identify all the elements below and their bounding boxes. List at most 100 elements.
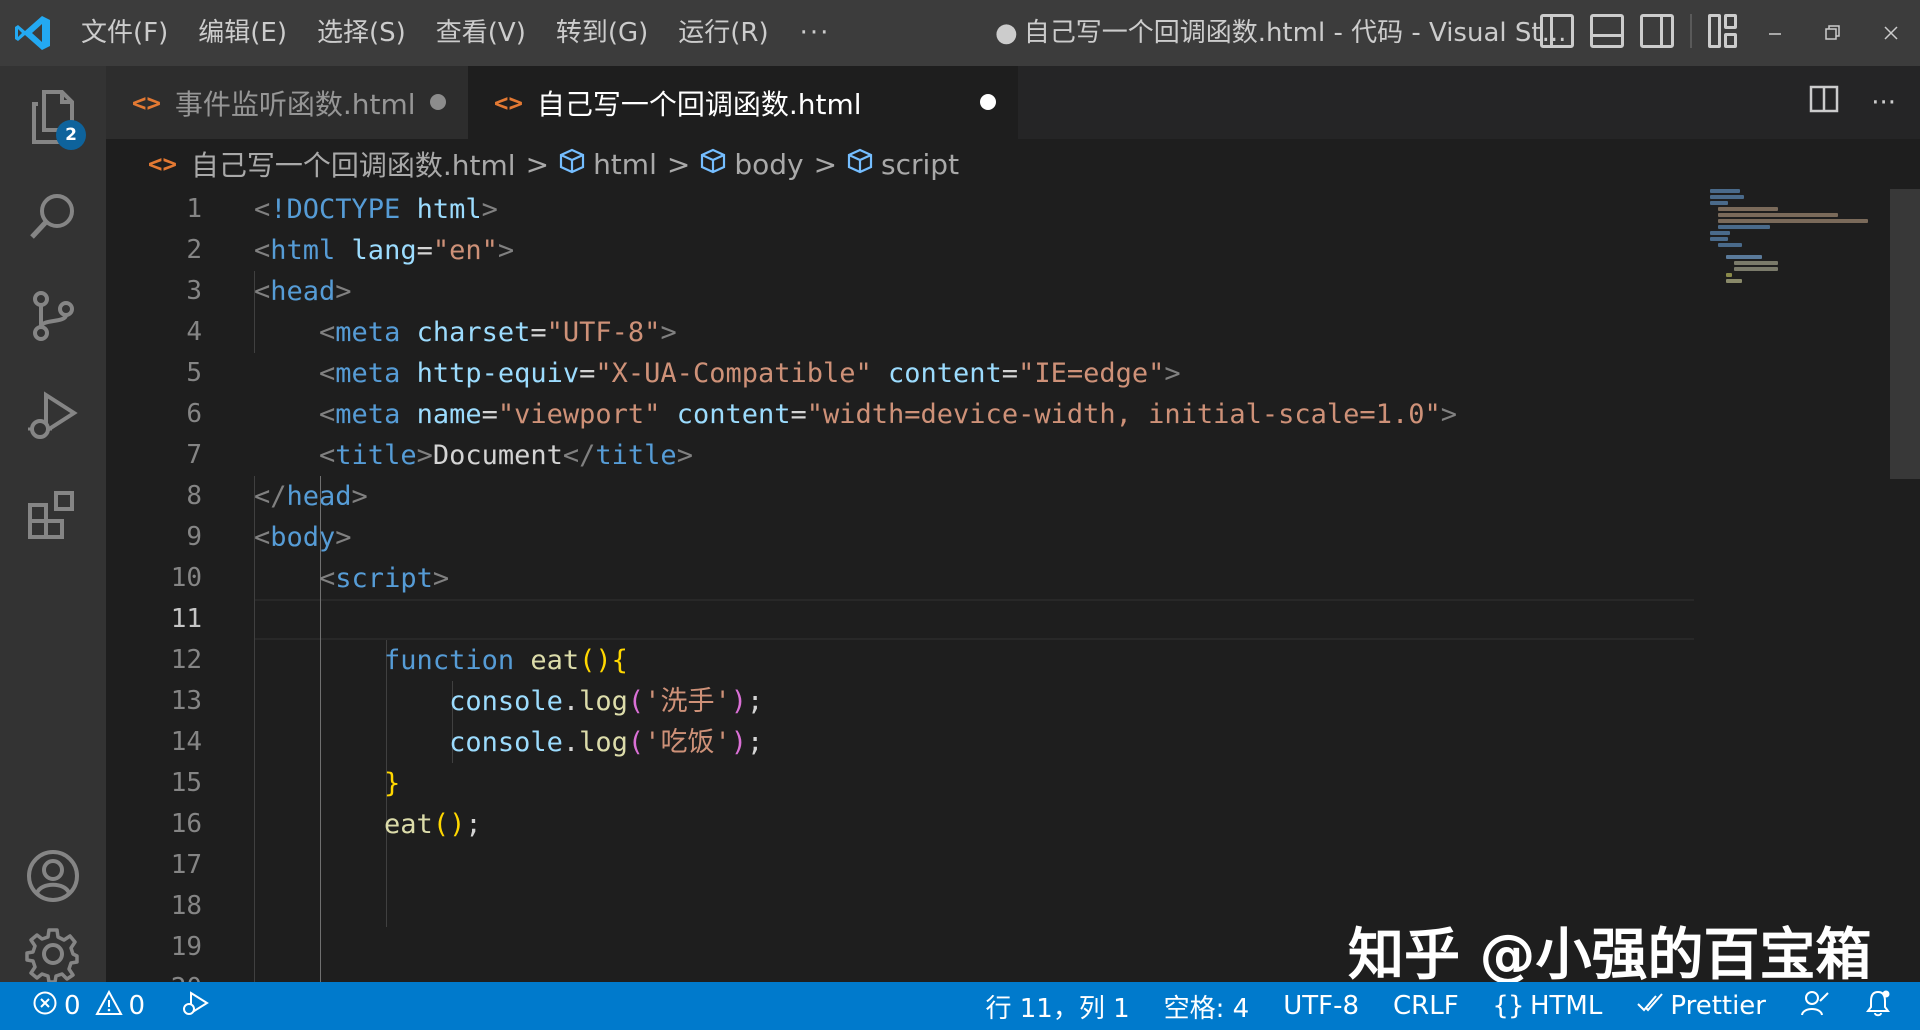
layout-divider [1690, 14, 1692, 48]
line-number: 16 [170, 809, 202, 839]
tab-event-listener-file[interactable]: <> 事件监听函数.html [106, 66, 468, 139]
code-line-10: <script> [319, 563, 450, 594]
more-actions-button[interactable]: ··· [1871, 88, 1896, 118]
line-number: 10 [170, 563, 202, 593]
customize-layout-icon[interactable] [1708, 14, 1738, 48]
code-line-9: <body> [254, 522, 352, 553]
warning-icon [94, 989, 123, 1023]
feedback-icon[interactable] [1800, 989, 1830, 1024]
status-right: 行 11，列 1 空格: 4 UTF-8 CRLF {} HTML Pretti… [985, 982, 1892, 1030]
status-left: 0 0 [0, 989, 211, 1024]
html-file-icon: <> [494, 88, 523, 117]
html-file-icon: <> [148, 150, 177, 178]
line-number: 13 [170, 686, 202, 716]
source-control-icon[interactable] [0, 266, 106, 366]
tab-label: 自己写一个回调函数.html [536, 87, 862, 121]
menu-go[interactable]: 转到(G) [541, 0, 663, 66]
indentation[interactable]: 空格: 4 [1164, 988, 1250, 1025]
line-number: 20 [106, 968, 202, 982]
status-bar: 0 0 行 11，列 1 空格: 4 UTF-8 CRLF {} HTML Pr… [0, 982, 1920, 1030]
menu-file[interactable]: 文件(F) [66, 0, 183, 66]
vscode-logo-icon [0, 0, 66, 66]
menu-edit[interactable]: 编辑(E) [183, 0, 302, 66]
menu-view[interactable]: 查看(V) [421, 0, 541, 66]
unsaved-dot-icon[interactable] [980, 94, 996, 110]
editor-actions: ··· [1809, 66, 1896, 139]
code-line-4: <meta charset="UTF-8"> [319, 317, 677, 348]
encoding[interactable]: UTF-8 [1283, 991, 1359, 1021]
line-number-gutter: 1 2 3 4 5 6 7 8 9 10 11 12 13 14 15 16 1… [106, 189, 202, 982]
menu-more-button[interactable]: ··· [784, 18, 847, 48]
title-bar: 文件(F) 编辑(E) 选择(S) 查看(V) 转到(G) 运行(R) ··· … [0, 0, 1920, 66]
prettier-status[interactable]: Prettier [1636, 991, 1766, 1021]
tab-label: 事件监听函数.html [174, 87, 416, 121]
code-line-1: <!DOCTYPE html> [254, 194, 498, 225]
end-of-line[interactable]: CRLF [1393, 991, 1459, 1021]
code-line-7: <title>Document</title> [319, 440, 693, 471]
line-number: 15 [170, 768, 202, 798]
symbol-cube-icon [559, 148, 585, 181]
toggle-primary-sidebar-icon[interactable] [1540, 14, 1574, 48]
language-mode[interactable]: {} HTML [1493, 991, 1603, 1021]
breadcrumb-file[interactable]: 自己写一个回调函数.html [191, 144, 516, 184]
line-number: 5 [186, 358, 202, 388]
code-line-3: <head> [254, 276, 352, 307]
breadcrumb-html[interactable]: html [593, 148, 657, 181]
line-number: 4 [186, 317, 202, 347]
line-number: 12 [170, 645, 202, 675]
error-count: 0 [64, 991, 81, 1021]
chevron-right-icon: > [525, 147, 550, 181]
line-number: 18 [170, 891, 202, 921]
code-line-16: eat(); [384, 809, 482, 840]
watermark-text: 知乎 @小强的百宝箱 [1348, 923, 1872, 982]
run-debug-icon[interactable] [0, 366, 106, 466]
search-icon[interactable] [0, 166, 106, 266]
scrollbar-thumb[interactable] [1890, 189, 1920, 479]
tab-callback-file[interactable]: <> 自己写一个回调函数.html [468, 66, 1018, 139]
html-file-icon: <> [132, 88, 161, 117]
breadcrumb-body[interactable]: body [734, 148, 803, 181]
minimize-button[interactable] [1746, 0, 1804, 66]
code-line-8: </head> [254, 481, 368, 512]
line-number: 17 [170, 850, 202, 880]
check-double-icon [1636, 991, 1664, 1021]
line-number: 9 [186, 522, 202, 552]
account-icon[interactable] [0, 826, 106, 926]
toggle-panel-icon[interactable] [1590, 14, 1624, 48]
activity-bar: 2 [0, 66, 106, 982]
explorer-icon[interactable]: 2 [0, 66, 106, 166]
window-controls [1746, 0, 1920, 66]
line-number-active: 11 [170, 604, 202, 634]
line-number: 6 [186, 399, 202, 429]
breadcrumb-script[interactable]: script [881, 148, 959, 181]
code-line-5: <meta http-equiv="X-UA-Compatible" conte… [319, 358, 1181, 389]
problems-indicator[interactable]: 0 0 [32, 989, 145, 1023]
prettier-label: Prettier [1670, 991, 1766, 1021]
minimap[interactable] [1710, 189, 1890, 349]
line-number: 2 [186, 235, 202, 265]
settings-gear-icon[interactable] [0, 926, 106, 982]
menu-selection[interactable]: 选择(S) [302, 0, 421, 66]
line-number: 7 [186, 440, 202, 470]
code-editor[interactable]: 1 2 3 4 5 6 7 8 9 10 11 12 13 14 15 16 1… [106, 189, 1920, 982]
notifications-bell-icon[interactable] [1864, 989, 1892, 1024]
window-title-text: 自己写一个回调函数.html - 代码 - Visual St... [1023, 18, 1567, 48]
braces-icon: {} [1492, 991, 1524, 1021]
cursor-position[interactable]: 行 11，列 1 [985, 988, 1129, 1025]
restore-button[interactable] [1804, 0, 1862, 66]
vertical-scrollbar[interactable] [1890, 189, 1920, 982]
code-line-12: function eat(){ [384, 645, 628, 676]
close-button[interactable] [1862, 0, 1920, 66]
menu-run[interactable]: 运行(R) [663, 0, 783, 66]
symbol-cube-icon [847, 148, 873, 181]
menu-bar: 文件(F) 编辑(E) 选择(S) 查看(V) 转到(G) 运行(R) ··· [66, 0, 846, 66]
unsaved-dot-icon[interactable] [430, 94, 446, 110]
line-number: 19 [170, 932, 202, 962]
language-label: HTML [1530, 991, 1603, 1021]
toggle-secondary-sidebar-icon[interactable] [1640, 14, 1674, 48]
split-editor-icon[interactable] [1809, 84, 1839, 121]
unsaved-dot: ● [995, 18, 1018, 48]
extensions-icon[interactable] [0, 466, 106, 566]
debug-launch-icon[interactable] [181, 989, 211, 1024]
